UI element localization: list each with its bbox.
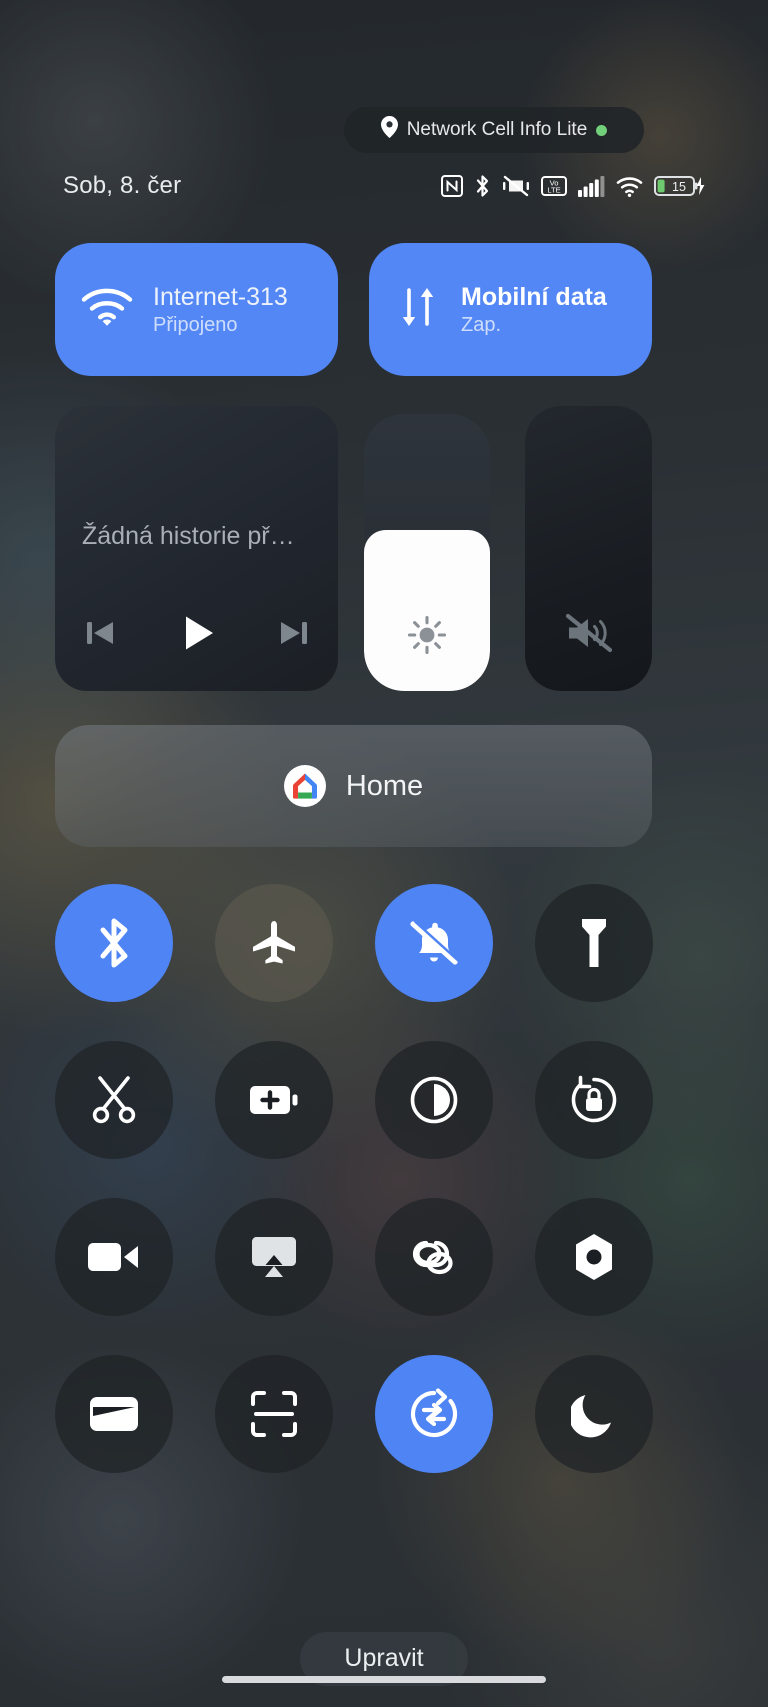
mobile-data-tile-title: Mobilní data [461, 282, 607, 311]
media-player-card[interactable]: Žádná historie př… [55, 406, 338, 691]
tile-dark-theme[interactable] [375, 1041, 493, 1159]
bluetooth-icon [474, 174, 491, 198]
cellular-signal-icon [578, 175, 605, 197]
tile-hotspot[interactable] [535, 1198, 653, 1316]
privacy-chip-indicator [596, 124, 608, 136]
moon-icon [571, 1390, 617, 1438]
data-saver-icon [408, 1388, 460, 1440]
airplane-icon [249, 918, 299, 968]
hotspot-icon [571, 1232, 617, 1282]
brightness-icon [364, 615, 490, 655]
home-controls-button[interactable]: Home [55, 725, 652, 847]
privacy-chip[interactable]: Network Cell Info Lite [344, 107, 644, 153]
tile-flashlight[interactable] [535, 884, 653, 1002]
data-transfer-icon [395, 284, 441, 335]
tile-dnd[interactable] [375, 884, 493, 1002]
volume-tile[interactable] [525, 406, 652, 691]
status-bar-date: Sob, 8. čer [63, 172, 182, 199]
tile-battery-saver[interactable] [215, 1041, 333, 1159]
edit-button[interactable]: Upravit [0, 1644, 768, 1673]
quick-settings-panel: Network Cell Info Lite Sob, 8. čer Vo LT… [0, 0, 768, 1707]
media-player-controls [55, 611, 338, 655]
volte-icon: Vo LTE [541, 175, 567, 197]
tile-nearby-share[interactable] [375, 1198, 493, 1316]
tile-night-light[interactable] [535, 1355, 653, 1473]
tile-screen-record[interactable] [55, 1198, 173, 1316]
wifi-tile-subtitle: Připojeno [153, 313, 238, 336]
tile-rotation-lock[interactable] [535, 1041, 653, 1159]
wifi-icon [81, 286, 133, 333]
tile-airplane[interactable] [215, 884, 333, 1002]
gesture-navigation-bar[interactable] [222, 1676, 546, 1683]
qr-scanner-icon [250, 1390, 298, 1438]
vibrate-off-icon [502, 175, 530, 197]
tile-wallet[interactable] [55, 1355, 173, 1473]
battery-level-text: 15 [672, 180, 686, 194]
wifi-icon [616, 175, 643, 197]
location-pin-icon [380, 116, 398, 144]
brightness-slider-fill [364, 530, 490, 691]
quick-tiles-grid [55, 884, 653, 1473]
wifi-tile-title: Internet-313 [153, 282, 288, 311]
nearby-share-icon [409, 1235, 459, 1279]
nfc-icon [441, 175, 463, 197]
tile-bluetooth[interactable] [55, 884, 173, 1002]
mobile-data-tile-text: Mobilní data Zap. [461, 283, 607, 337]
video-camera-icon [87, 1240, 141, 1274]
scissors-icon [90, 1075, 138, 1125]
mobile-data-tile[interactable]: Mobilní data Zap. [369, 243, 652, 376]
status-bar: Sob, 8. čer Vo LTE 15 [0, 172, 768, 214]
tile-screenshot[interactable] [55, 1041, 173, 1159]
media-player-title: Žádná historie př… [82, 522, 295, 550]
volume-muted-icon [525, 613, 652, 653]
bluetooth-icon [94, 916, 134, 970]
next-icon[interactable] [275, 614, 313, 652]
svg-text:LTE: LTE [547, 186, 560, 195]
battery-charging-icon: 15 [654, 174, 706, 198]
home-controls-label: Home [345, 769, 424, 802]
tile-cast[interactable] [215, 1198, 333, 1316]
brightness-slider[interactable] [364, 414, 490, 691]
wifi-tile[interactable]: Internet-313 Připojeno [55, 243, 338, 376]
bell-off-icon [408, 918, 460, 968]
tile-data-saver[interactable] [375, 1355, 493, 1473]
status-bar-icons: Vo LTE 15 [441, 174, 706, 198]
flashlight-icon [579, 916, 609, 970]
play-icon[interactable] [175, 611, 219, 655]
contrast-icon [409, 1075, 459, 1125]
battery-plus-icon [248, 1081, 300, 1119]
cast-icon [250, 1235, 298, 1279]
mobile-data-tile-subtitle: Zap. [461, 313, 502, 336]
rotation-lock-icon [569, 1075, 619, 1125]
google-home-icon [283, 765, 326, 807]
privacy-chip-label: Network Cell Info Lite [406, 119, 588, 140]
previous-icon[interactable] [81, 614, 119, 652]
tile-qr-scanner[interactable] [215, 1355, 333, 1473]
wallet-icon [88, 1394, 140, 1434]
wifi-tile-text: Internet-313 Připojeno [153, 283, 288, 337]
